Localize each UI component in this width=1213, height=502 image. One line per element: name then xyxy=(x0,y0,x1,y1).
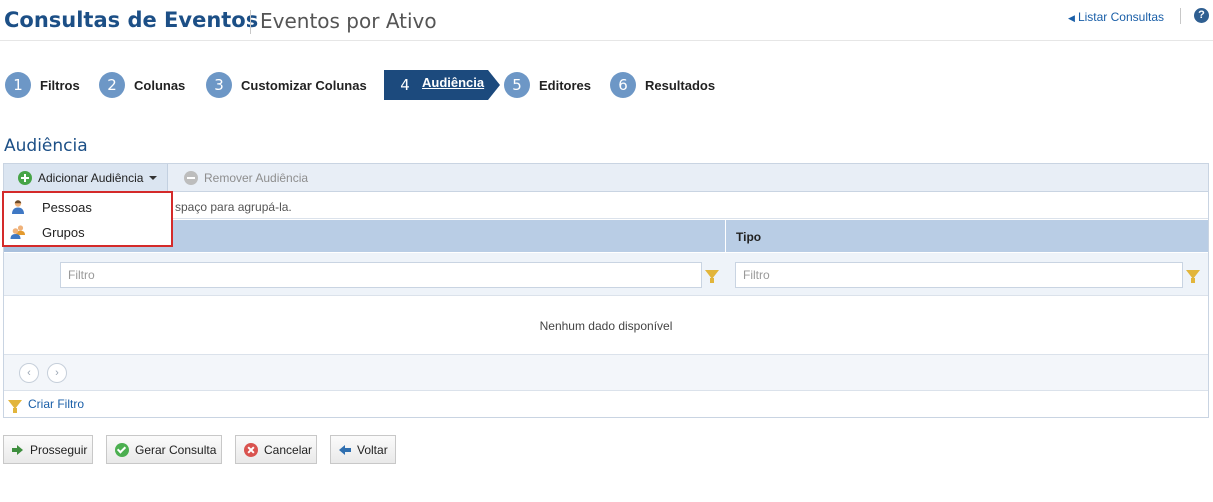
list-queries-link[interactable]: ◀ Listar Consultas xyxy=(1068,10,1164,24)
step-number: 3 xyxy=(206,72,232,98)
step-label: Resultados xyxy=(645,77,716,93)
column-header-row: Tipo xyxy=(4,220,1208,252)
arrow-right-icon xyxy=(12,444,24,455)
step-colunas[interactable]: 2 Colunas xyxy=(99,70,185,100)
step-customizar-colunas[interactable]: 3 Customizar Colunas xyxy=(206,70,367,100)
grid-toolbar: Adicionar Audiência Remover Audiência xyxy=(4,164,1208,192)
group-panel[interactable]: spaço para agrupá-la. xyxy=(4,192,1208,219)
page-header: Consultas de Eventos Eventos por Ativo ◀… xyxy=(0,0,1213,41)
previous-page-button[interactable]: ‹ xyxy=(19,363,39,383)
filter-icon[interactable] xyxy=(705,270,719,283)
next-page-button[interactable]: › xyxy=(47,363,67,383)
close-icon xyxy=(244,442,258,457)
menu-item-label: Grupos xyxy=(42,225,85,240)
name-filter-input[interactable] xyxy=(60,262,702,288)
menu-item-pessoas[interactable]: Pessoas xyxy=(4,195,171,220)
step-editores[interactable]: 5 Editores xyxy=(504,70,591,100)
check-icon xyxy=(115,442,129,457)
page-subtitle: Eventos por Ativo xyxy=(260,9,437,33)
proceed-button[interactable]: Prosseguir xyxy=(3,435,93,464)
step-label: Editores xyxy=(539,77,592,93)
step-audiencia-active[interactable]: 4 Audiência xyxy=(384,70,502,100)
caret-left-icon: ◀ xyxy=(1068,13,1075,23)
remove-audience-label: Remover Audiência xyxy=(204,171,309,185)
generate-query-label: Gerar Consulta xyxy=(135,442,217,457)
step-label: Customizar Colunas xyxy=(241,77,367,93)
step-label: Audiência xyxy=(422,75,485,90)
arrow-left-icon xyxy=(339,444,351,455)
filter-icon[interactable] xyxy=(1186,270,1200,283)
list-queries-label: Listar Consultas xyxy=(1077,10,1164,24)
help-icon[interactable]: ? xyxy=(1194,8,1209,23)
empty-data-row: Nenhum dado disponível xyxy=(4,297,1208,355)
section-title: Audiência xyxy=(4,136,88,156)
cancel-label: Cancelar xyxy=(264,442,313,457)
generate-query-button[interactable]: Gerar Consulta xyxy=(106,435,222,464)
step-number: 2 xyxy=(99,72,125,98)
column-header-tipo[interactable]: Tipo xyxy=(736,230,761,244)
filter-icon xyxy=(8,400,22,413)
create-filter-row: Criar Filtro xyxy=(4,391,1208,417)
step-number: 5 xyxy=(504,72,530,98)
step-filtros[interactable]: 1 Filtros xyxy=(5,70,80,100)
group-icon xyxy=(10,225,25,239)
create-filter-link[interactable]: Criar Filtro xyxy=(28,397,84,411)
column-divider xyxy=(725,220,726,252)
add-audience-label: Adicionar Audiência xyxy=(38,171,144,185)
group-hint: spaço para agrupá-la. xyxy=(175,200,292,214)
person-icon xyxy=(12,200,24,214)
pager: ‹ › xyxy=(4,355,1208,391)
back-label: Voltar xyxy=(357,442,388,457)
menu-item-grupos[interactable]: Grupos xyxy=(4,220,171,245)
add-audience-dropdown: Pessoas Grupos xyxy=(2,191,173,247)
active-step-arrow xyxy=(488,70,500,100)
chevron-down-icon xyxy=(149,176,158,180)
empty-message: Nenhum dado disponível xyxy=(539,319,673,333)
back-button[interactable]: Voltar xyxy=(330,435,396,464)
menu-item-label: Pessoas xyxy=(42,200,92,215)
proceed-label: Prosseguir xyxy=(30,442,88,457)
cancel-button[interactable]: Cancelar xyxy=(235,435,317,464)
step-label: Filtros xyxy=(40,77,80,93)
wizard-steps: 1 Filtros 2 Colunas 3 Customizar Colunas… xyxy=(5,70,805,100)
step-label: Colunas xyxy=(134,77,186,93)
step-resultados[interactable]: 6 Resultados xyxy=(610,70,715,100)
step-number: 1 xyxy=(5,72,31,98)
add-icon xyxy=(18,171,32,185)
remove-audience-button[interactable]: Remover Audiência xyxy=(184,164,308,192)
add-audience-button[interactable]: Adicionar Audiência xyxy=(4,164,168,192)
filter-row xyxy=(4,253,1208,296)
header-divider xyxy=(1180,8,1181,24)
step-number: 6 xyxy=(610,72,636,98)
step-number: 4 xyxy=(392,72,418,98)
type-filter-input[interactable] xyxy=(735,262,1183,288)
title-divider xyxy=(250,10,251,34)
audience-grid: Adicionar Audiência Remover Audiência sp… xyxy=(3,163,1209,418)
page-title: Consultas de Eventos xyxy=(4,8,259,32)
remove-icon xyxy=(184,171,198,185)
